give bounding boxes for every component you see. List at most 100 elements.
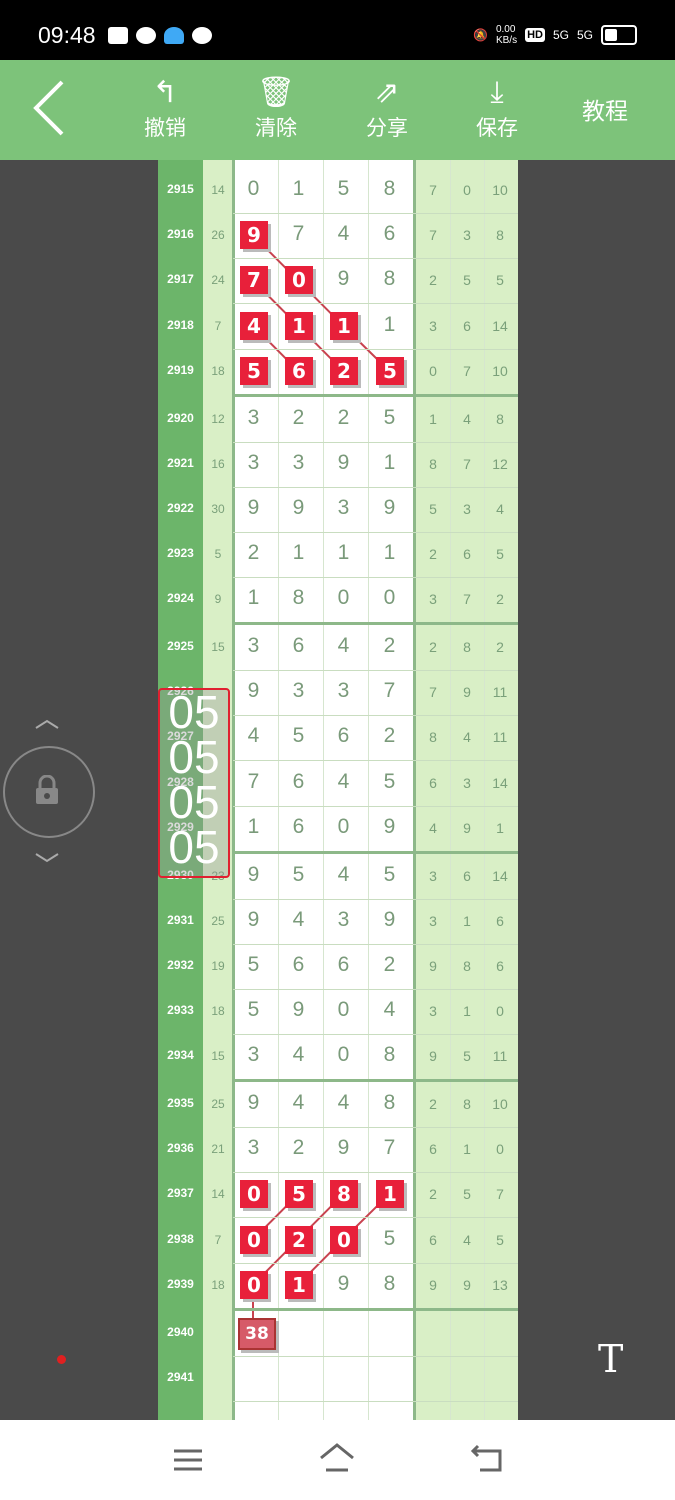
- highlighted-digit[interactable]: 0: [240, 1180, 268, 1209]
- digit-cell[interactable]: 1: [276, 541, 321, 565]
- highlighted-digit[interactable]: 6: [285, 356, 313, 385]
- highlighted-digit[interactable]: 1: [376, 1180, 404, 1209]
- table-row[interactable]: 2933 18 5 9 0 4 3 1 0: [158, 989, 518, 1034]
- digit-cell[interactable]: 8: [367, 1043, 412, 1067]
- highlighted-digit[interactable]: 0: [285, 266, 313, 295]
- digit-cell[interactable]: 4: [276, 1043, 321, 1067]
- digit-cell[interactable]: 2: [367, 724, 412, 748]
- digit-cell[interactable]: 0: [321, 586, 366, 610]
- table-row[interactable]: 2939 18 0 1 9 8 9 9 13: [158, 1263, 518, 1308]
- digit-cell[interactable]: 4: [321, 863, 366, 887]
- digit-cell[interactable]: 3: [276, 451, 321, 475]
- digit-cell[interactable]: 4: [231, 724, 276, 748]
- table-row[interactable]: 2916 26 9 7 4 6 7 3 8: [158, 213, 518, 258]
- digit-cell[interactable]: 9: [321, 267, 366, 291]
- back-nav-icon[interactable]: [470, 1444, 504, 1472]
- sum-badge[interactable]: 38: [238, 1317, 276, 1350]
- digit-cell[interactable]: 1: [367, 541, 412, 565]
- digit-cell[interactable]: 9: [367, 908, 412, 932]
- digit-cell[interactable]: 6: [276, 953, 321, 977]
- highlighted-digit[interactable]: 5: [240, 356, 268, 385]
- digit-cell[interactable]: 3: [231, 634, 276, 658]
- clear-button[interactable]: 🗑 清除: [236, 74, 316, 142]
- chevron-up-icon[interactable]: [34, 718, 60, 730]
- table-row[interactable]: 2915 14 0 1 5 8 7 0 10: [158, 168, 518, 213]
- tutorial-button[interactable]: 教程: [582, 92, 628, 126]
- digit-cell[interactable]: 9: [276, 496, 321, 520]
- digit-cell[interactable]: 7: [367, 679, 412, 703]
- digit-cell[interactable]: 2: [276, 406, 321, 430]
- chevron-down-icon[interactable]: [34, 852, 60, 864]
- digit-cell[interactable]: 8: [367, 267, 412, 291]
- digit-cell[interactable]: 9: [276, 998, 321, 1022]
- digit-cell[interactable]: 8: [367, 1272, 412, 1296]
- highlighted-digit[interactable]: 7: [240, 266, 268, 295]
- table-row[interactable]: 2937 14 0 5 8 1 2 5 7: [158, 1172, 518, 1217]
- table-row[interactable]: 2934 15 3 4 0 8 9 5 11: [158, 1034, 518, 1079]
- table-row[interactable]: 2919 18 5 6 2 5 0 7 10: [158, 349, 518, 394]
- digit-cell[interactable]: 8: [276, 586, 321, 610]
- text-tool-button[interactable]: T: [598, 1337, 623, 1381]
- share-button[interactable]: ⇗ 分享: [347, 74, 427, 142]
- table-row[interactable]: 2941: [158, 1356, 518, 1401]
- digit-cell[interactable]: 5: [367, 863, 412, 887]
- digit-cell[interactable]: 5: [367, 770, 412, 794]
- digit-cell[interactable]: 0: [321, 1043, 366, 1067]
- digit-cell[interactable]: 9: [321, 1136, 366, 1160]
- digit-cell[interactable]: 4: [321, 1091, 366, 1115]
- table-row[interactable]: 2932 19 5 6 6 2 9 8 6: [158, 944, 518, 989]
- table-row[interactable]: 2917 24 7 0 9 8 2 5 5: [158, 258, 518, 303]
- highlighted-digit[interactable]: 1: [285, 1270, 313, 1299]
- table-row[interactable]: 2925 15 3 6 4 2 2 8 2: [158, 625, 518, 670]
- highlighted-digit[interactable]: 5: [376, 356, 404, 385]
- digit-cell[interactable]: 5: [231, 998, 276, 1022]
- digit-cell[interactable]: 5: [367, 1227, 412, 1251]
- table-row[interactable]: 2931 25 9 4 3 9 3 1 6: [158, 899, 518, 944]
- highlighted-digit[interactable]: 2: [285, 1225, 313, 1254]
- digit-cell[interactable]: 9: [231, 863, 276, 887]
- table-row[interactable]: 2940 38: [158, 1311, 518, 1356]
- digit-cell[interactable]: 6: [276, 815, 321, 839]
- digit-cell[interactable]: 4: [321, 634, 366, 658]
- digit-cell[interactable]: 9: [367, 815, 412, 839]
- digit-cell[interactable]: 6: [276, 634, 321, 658]
- digit-cell[interactable]: 3: [276, 679, 321, 703]
- digit-cell[interactable]: 4: [367, 998, 412, 1022]
- table-row[interactable]: 2922 30 9 9 3 9 5 3 4: [158, 487, 518, 532]
- digit-cell[interactable]: 7: [231, 770, 276, 794]
- digit-cell[interactable]: 3: [321, 496, 366, 520]
- highlighted-digit[interactable]: 0: [240, 1225, 268, 1254]
- highlighted-digit[interactable]: 2: [330, 356, 358, 385]
- highlighted-digit[interactable]: 9: [240, 221, 268, 250]
- digit-cell[interactable]: 3: [231, 1043, 276, 1067]
- digit-cell[interactable]: 8: [367, 177, 412, 201]
- table-row[interactable]: 2936 21 3 2 9 7 6 1 0: [158, 1127, 518, 1172]
- home-icon[interactable]: [318, 1442, 356, 1474]
- digit-cell[interactable]: 1: [231, 815, 276, 839]
- digit-cell[interactable]: 2: [367, 953, 412, 977]
- digit-cell[interactable]: 4: [276, 908, 321, 932]
- digit-cell[interactable]: 9: [321, 1272, 366, 1296]
- digit-cell[interactable]: 3: [231, 451, 276, 475]
- highlighted-digit[interactable]: 1: [285, 311, 313, 340]
- digit-cell[interactable]: 1: [321, 541, 366, 565]
- digit-cell[interactable]: 6: [321, 953, 366, 977]
- back-arrow-icon[interactable]: [30, 78, 70, 138]
- digit-cell[interactable]: 5: [276, 724, 321, 748]
- digit-cell[interactable]: 0: [321, 998, 366, 1022]
- digit-cell[interactable]: 3: [321, 679, 366, 703]
- digit-cell[interactable]: 2: [367, 634, 412, 658]
- digit-cell[interactable]: 3: [321, 908, 366, 932]
- highlighted-digit[interactable]: 5: [285, 1180, 313, 1209]
- table-row[interactable]: 2920 12 3 2 2 5 1 4 8: [158, 397, 518, 442]
- digit-cell[interactable]: 5: [321, 177, 366, 201]
- table-row[interactable]: 2921 16 3 3 9 1 8 7 12: [158, 442, 518, 487]
- highlighted-digit[interactable]: 1: [330, 311, 358, 340]
- table-row[interactable]: 2918 7 4 1 1 1 3 6 14: [158, 304, 518, 349]
- digit-cell[interactable]: 9: [367, 496, 412, 520]
- digit-cell[interactable]: 0: [321, 815, 366, 839]
- digit-cell[interactable]: 8: [367, 1091, 412, 1115]
- digit-cell[interactable]: 2: [276, 1136, 321, 1160]
- digit-cell[interactable]: 1: [276, 177, 321, 201]
- digit-cell[interactable]: 3: [231, 406, 276, 430]
